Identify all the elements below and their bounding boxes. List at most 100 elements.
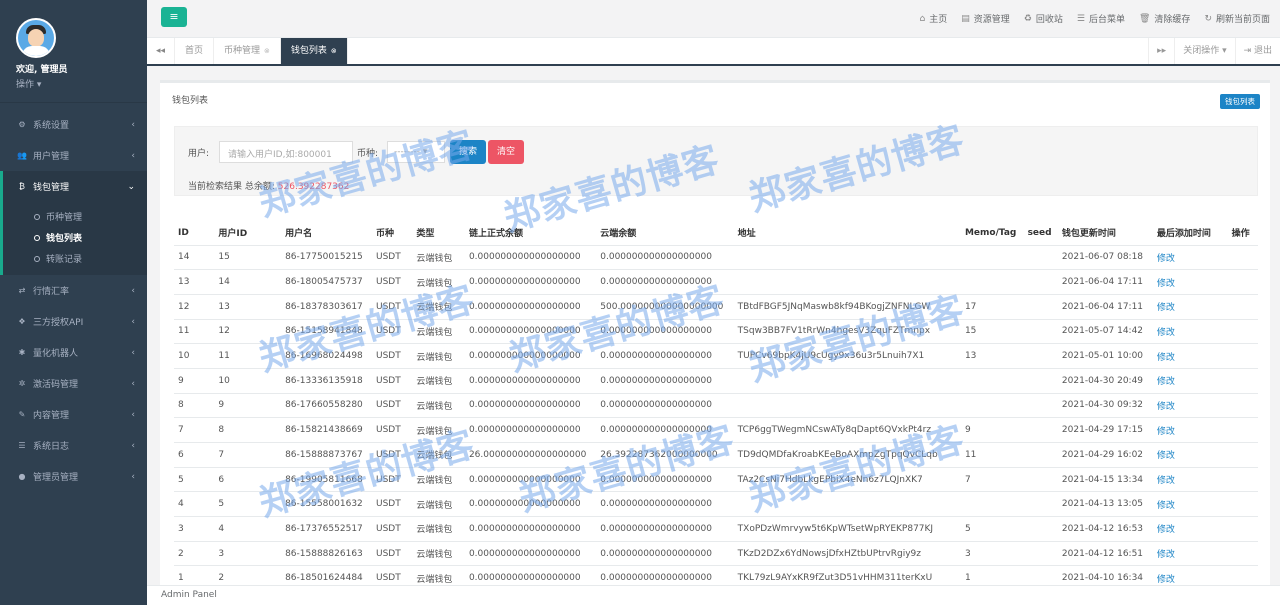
sidebar-item-user-circle[interactable]: ● 管理员管理 ‹ <box>0 461 147 492</box>
table-header-row: ID 用户ID 用户名 币种 类型 链上正式余额 云端余额 地址 Memo/Tag seed 钱包更… <box>174 221 1258 246</box>
top-link-recycle[interactable]: ♻ 回收站 <box>1024 12 1063 26</box>
top-link-refresh[interactable]: ↻ 刷新当前页面 <box>1204 12 1270 26</box>
table-cell: USDT <box>372 442 413 468</box>
table-cell <box>1023 541 1058 567</box>
edit-link[interactable]: 修改 <box>1152 343 1228 369</box>
top-link-trash[interactable]: 🗑 清除缓存 <box>1139 12 1190 26</box>
wallet-list-panel: 钱包列表 钱包列表 用户: 请输入用户ID,如:800001 币种: -----… <box>160 80 1270 592</box>
edit-link[interactable]: 修改 <box>1152 319 1228 345</box>
sidebar-item-bitcoin[interactable]: ₿ 钱包管理 ⌄ <box>0 171 147 202</box>
table-cell: 云端钱包 <box>412 245 465 271</box>
sidebar-item-gear[interactable]: ⚙ 系统设置 ‹ <box>0 109 147 140</box>
table-cell: 86-15821438669 <box>281 417 372 443</box>
search-button[interactable]: 搜索 <box>450 140 486 164</box>
close-operations-dropdown[interactable]: 关闭操作 ▾ <box>1174 38 1234 64</box>
table-cell: 11 <box>174 319 215 345</box>
sidebar-item-label: 钱包管理 <box>33 183 70 193</box>
table-cell: USDT <box>372 269 413 295</box>
table-cell: 7 <box>960 467 1024 493</box>
wallet-table: ID 用户ID 用户名 币种 类型 链上正式余额 云端余额 地址 Memo/Tag seed 钱包更… <box>174 221 1258 592</box>
top-header: ≡ ⌂ 主页 ▤ 资源管理 ♻ 回收站 ☰ 后台菜单 🗑 清除缓存 ↻ 刷新当前页面 <box>147 0 1280 38</box>
menu-toggle-button[interactable]: ≡ <box>161 7 187 27</box>
sidebar-item-label: 行情汇率 <box>33 287 70 297</box>
tab-page[interactable]: 首页 <box>175 38 215 64</box>
submenu-item[interactable]: 转账记录 <box>3 248 147 269</box>
table-cell: 13 <box>174 269 215 295</box>
logout-button[interactable]: ⇥ 退出 <box>1234 38 1280 64</box>
tab-scroll-left-button[interactable]: ◂◂ <box>147 38 175 64</box>
edit-link[interactable]: 修改 <box>1152 541 1228 567</box>
edit-link[interactable]: 修改 <box>1152 393 1228 419</box>
sidebar-item-exchange[interactable]: ⇄ 行情汇率 ‹ <box>0 275 147 306</box>
table-cell: 86-15888826163 <box>281 541 372 567</box>
edit-icon: ✎ <box>18 410 26 419</box>
top-link-home[interactable]: ⌂ 主页 <box>920 12 948 26</box>
close-icon[interactable]: ⊗ <box>264 38 270 64</box>
chevron-left-icon: ‹ <box>131 471 135 482</box>
table-cell: USDT <box>372 417 413 443</box>
table-cell <box>1023 393 1058 419</box>
user-circle-icon: ● <box>18 472 26 481</box>
edit-link[interactable]: 修改 <box>1152 467 1228 493</box>
table-cell: 15 <box>214 245 282 271</box>
table-cell: 12 <box>174 294 215 320</box>
table-cell: 0.000000000000000000 <box>596 541 734 567</box>
table-cell <box>1227 294 1258 320</box>
coin-select[interactable]: -------- ▾ <box>387 141 445 163</box>
sidebar-item-robot[interactable]: ✱ 量化机器人 ‹ <box>0 337 147 368</box>
table-cell: 3 <box>960 541 1024 567</box>
table-cell: 2021-05-01 10:00 <box>1057 343 1153 369</box>
sidebar-item-database[interactable]: ☰ 系统日志 ‹ <box>0 430 147 461</box>
table-cell: 0.000000000000000000 <box>596 269 734 295</box>
close-icon[interactable]: ⊗ <box>331 38 337 64</box>
table-cell: 6 <box>214 467 282 493</box>
sidebar-item-users[interactable]: 👥 用户管理 ‹ <box>0 140 147 171</box>
column-header: ID <box>174 221 215 246</box>
top-link-list[interactable]: ☰ 后台菜单 <box>1077 12 1125 26</box>
column-header: 用户名 <box>281 221 372 246</box>
table-cell: 9 <box>214 393 282 419</box>
edit-link[interactable]: 修改 <box>1152 491 1228 518</box>
coin-filter-label: 币种: <box>357 149 379 159</box>
table-cell: 2021-04-29 16:02 <box>1057 442 1153 468</box>
table-cell: 2021-04-12 16:53 <box>1057 516 1153 542</box>
sidebar-item-label: 系统日志 <box>33 442 70 452</box>
table-cell: 云端钱包 <box>412 516 465 542</box>
table-cell <box>1023 245 1058 271</box>
submenu-item[interactable]: 币种管理 <box>3 206 147 227</box>
table-cell <box>1023 516 1058 542</box>
table-cell: TD9dQMDfaKroabKEeBoAXmpZgTpqQvCLqb <box>733 442 961 468</box>
table-cell <box>1227 319 1258 345</box>
column-header: 云端余额 <box>596 221 734 246</box>
tab-page[interactable]: 钱包列表 ⊗ <box>280 38 348 64</box>
table-cell: 0.000000000000000000 <box>464 245 597 271</box>
sidebar-item-edit[interactable]: ✎ 内容管理 ‹ <box>0 399 147 430</box>
table-cell: 7 <box>174 417 215 443</box>
operation-dropdown[interactable]: 操作 ▾ <box>16 77 147 90</box>
top-link-file[interactable]: ▤ 资源管理 <box>961 12 1010 26</box>
edit-link[interactable]: 修改 <box>1152 442 1228 468</box>
table-cell <box>1227 343 1258 369</box>
table-cell: TAz2CsNi7HdbLkgEPbiX4eNn6z7LQJnXK7 <box>733 467 961 493</box>
edit-link[interactable]: 修改 <box>1152 294 1228 320</box>
table-cell <box>1227 269 1258 295</box>
edit-link[interactable]: 修改 <box>1152 516 1228 542</box>
edit-link[interactable]: 修改 <box>1152 368 1228 394</box>
submenu-item[interactable]: 钱包列表 <box>3 227 147 248</box>
table-cell: 2021-04-15 13:34 <box>1057 467 1153 493</box>
edit-link[interactable]: 修改 <box>1152 245 1228 271</box>
avatar[interactable] <box>16 18 56 58</box>
tab-page[interactable]: 币种管理 ⊗ <box>214 38 281 64</box>
table-cell: 7 <box>214 442 282 468</box>
tab-scroll-right-button[interactable]: ▸▸ <box>1148 38 1174 64</box>
edit-link[interactable]: 修改 <box>1152 417 1228 443</box>
bitcoin-icon: ₿ <box>19 182 25 191</box>
chevron-left-icon: ‹ <box>131 150 135 161</box>
table-cell: 5 <box>960 516 1024 542</box>
user-search-input[interactable]: 请输入用户ID,如:800001 <box>219 141 353 163</box>
sidebar-item-cog[interactable]: ✲ 激活码管理 ‹ <box>0 368 147 399</box>
table-cell: 13 <box>214 294 282 320</box>
sidebar-item-cubes[interactable]: ❖ 三方授权API ‹ <box>0 306 147 337</box>
clear-button[interactable]: 清空 <box>488 140 524 164</box>
edit-link[interactable]: 修改 <box>1152 269 1228 295</box>
